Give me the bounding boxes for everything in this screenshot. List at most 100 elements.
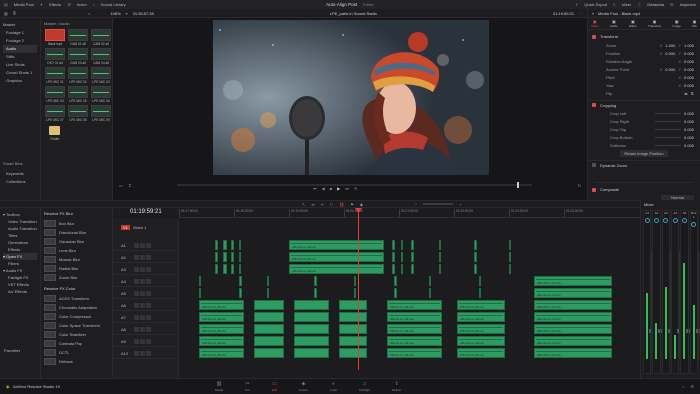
audio-clip[interactable] [254, 300, 284, 310]
effects-category[interactable]: AU Effects [3, 288, 37, 295]
audio-clip[interactable]: LPE CH 1-2_03.mov [387, 336, 442, 346]
media-pool-tab[interactable]: Media Pool [14, 2, 34, 7]
audio-clip[interactable] [429, 288, 431, 298]
audio-clip[interactable]: LPE CH 1-2_03.mov [534, 348, 612, 358]
section-enable-icon[interactable] [592, 163, 596, 167]
audio-clip[interactable] [339, 336, 367, 346]
effect-item[interactable]: Color Space Transform [44, 321, 109, 329]
flip-vertical-icon[interactable]: ⇅ [691, 91, 694, 96]
section-enable-icon[interactable] [592, 187, 596, 192]
param-value-y[interactable]: 0.000 [684, 51, 694, 56]
metadata-tab[interactable]: Metadata [647, 2, 664, 7]
page-fairlight-button[interactable]: ♫ Fairlight [359, 381, 370, 392]
home-icon[interactable]: ⌂ [682, 384, 684, 389]
effect-item[interactable]: Mosaic Blur [44, 255, 109, 263]
mute-icon[interactable] [146, 350, 151, 356]
audio-clip[interactable] [223, 240, 227, 250]
search-icon[interactable]: ⌕ [88, 11, 90, 16]
loop-icon[interactable]: ↻ [578, 183, 581, 188]
lock-icon[interactable] [134, 242, 139, 248]
pan-knob[interactable] [681, 218, 687, 223]
audio-clip[interactable] [339, 312, 367, 322]
quick-export-button[interactable]: Quick Export [584, 2, 607, 7]
audio-clip[interactable] [239, 276, 242, 286]
metadata-icon[interactable]: ⓘ [637, 2, 641, 8]
mixer-tab[interactable]: Mixer [622, 2, 632, 7]
param-slider[interactable] [654, 112, 681, 114]
effect-item[interactable]: Lens Blur [44, 246, 109, 254]
audio-clip[interactable]: LPE CH 1-2_03.mov [534, 288, 612, 298]
audio-clip[interactable] [401, 240, 403, 250]
audio-clip[interactable] [254, 324, 284, 334]
audio-clip[interactable] [215, 264, 218, 274]
timeline-timecode[interactable]: 01:19:59:21 [130, 209, 162, 215]
media-clip[interactable]: LPE MIC 05 [67, 86, 89, 103]
lock-icon[interactable] [134, 326, 139, 332]
effects-category[interactable]: Titles [3, 232, 37, 239]
index-tab[interactable]: Index [77, 2, 87, 7]
flag-icon[interactable]: ⚑ [350, 202, 354, 207]
media-clip[interactable]: CAM 01 aif [67, 29, 89, 46]
bin-item[interactable]: Footage 2 [3, 37, 37, 45]
media-clip[interactable]: CAM 03 aif [67, 48, 89, 65]
effects-category[interactable]: Filters [3, 260, 37, 267]
effects-category[interactable]: Generators [3, 239, 37, 246]
lock-icon[interactable] [134, 302, 139, 308]
mute-icon[interactable] [146, 302, 151, 308]
zoom-in-icon[interactable]: + [459, 202, 461, 207]
pan-knob[interactable] [691, 222, 697, 227]
breadcrumb[interactable]: Master / Audio [44, 21, 109, 26]
trim-tool-icon[interactable]: ⇹ [311, 202, 314, 207]
param-value[interactable]: 0.000 [684, 111, 694, 116]
page-fusion-button[interactable]: ◈ Fusion [299, 381, 308, 392]
media-clip[interactable]: LPE MIC 06 [90, 86, 112, 103]
track-name[interactable]: A8 [121, 327, 133, 332]
lock-icon[interactable] [134, 350, 139, 356]
audio-clip[interactable]: LPE CH 1-2_03.mov [457, 324, 505, 334]
cropping-title[interactable]: Cropping [600, 103, 616, 108]
media-clip[interactable]: LPE MIC 03 [90, 67, 112, 84]
param-value-x[interactable]: 0.000 [684, 59, 694, 64]
solo-icon[interactable] [140, 266, 145, 272]
inspector-tab-audio[interactable]: ▣ Audio [610, 19, 618, 28]
param-value-x[interactable]: 1.000 [665, 43, 675, 48]
audio-clip[interactable] [354, 276, 356, 286]
section-enable-icon[interactable] [592, 103, 596, 107]
effect-item[interactable]: Contrast Pop [44, 339, 109, 347]
audio-clip[interactable] [411, 240, 414, 250]
effect-item[interactable]: Radial Blur [44, 264, 109, 272]
solo-icon[interactable] [140, 326, 145, 332]
audio-clip[interactable] [339, 324, 367, 334]
effects-category[interactable]: ▾ Open FX [3, 253, 37, 260]
param-value[interactable]: 0.000 [684, 127, 694, 132]
solo-icon[interactable] [140, 338, 145, 344]
mixer-icon[interactable]: ≡ [613, 2, 615, 7]
track-name[interactable]: A3 [121, 267, 133, 272]
audio-clip[interactable] [294, 348, 329, 358]
param-slider[interactable] [654, 136, 681, 138]
mute-icon[interactable] [146, 266, 151, 272]
audio-clip[interactable]: LPE CH 1-2_03.mov [199, 312, 244, 322]
mute-icon[interactable] [146, 254, 151, 260]
chevron-down-icon[interactable]: ▾ [126, 11, 128, 16]
audio-clip[interactable]: LPE CH 1-2_03.mov [387, 348, 442, 358]
inspector-tab[interactable]: Inspector [680, 2, 696, 7]
audio-clip[interactable] [294, 312, 329, 322]
effect-item[interactable]: Color Compressor [44, 312, 109, 320]
page-color-button[interactable]: ◐ Color [330, 381, 337, 392]
page-media-button[interactable]: ▥ Media [215, 381, 223, 392]
mute-icon[interactable] [146, 314, 151, 320]
inspector-icon[interactable]: ⚙ [670, 2, 674, 7]
audio-clip[interactable]: LPE CH 1-2_03.mov [457, 348, 505, 358]
lock-icon[interactable] [134, 338, 139, 344]
audio-clip[interactable]: LPE CH 1-2_03.mov [457, 300, 505, 310]
effects-category[interactable]: ▾ Audio FX [3, 267, 37, 274]
audio-clip[interactable] [509, 264, 511, 274]
audio-clip[interactable] [223, 252, 227, 262]
audio-clip[interactable] [392, 264, 395, 274]
solo-icon[interactable] [140, 242, 145, 248]
section-enable-icon[interactable] [592, 34, 596, 39]
track-name[interactable]: V1 [121, 224, 130, 230]
audio-clip[interactable]: LPE CH 1-2_03.mov [199, 300, 244, 310]
audio-clip[interactable] [215, 252, 218, 262]
